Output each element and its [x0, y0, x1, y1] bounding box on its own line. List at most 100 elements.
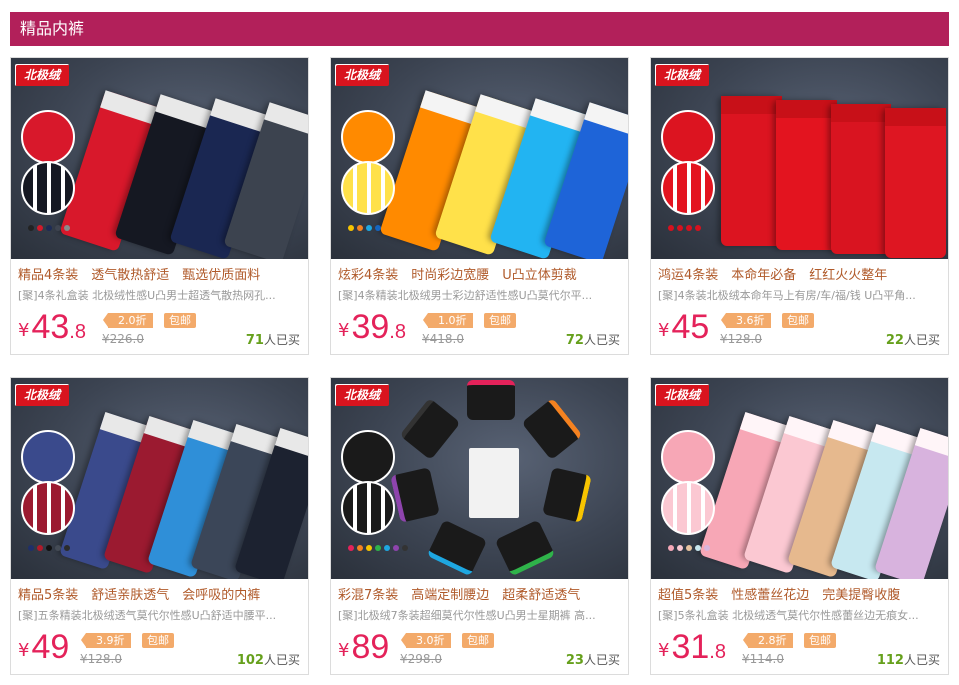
free-shipping-badge: 包邮 [164, 313, 196, 328]
product-title[interactable]: 超值5条装 性感蕾丝花边 完美提臀收腹 [658, 584, 943, 602]
product-title[interactable]: 鸿运4条装 本命年必备 红红火火整年 [658, 264, 943, 282]
waistband [584, 102, 628, 139]
product-card[interactable]: 北极绒 炫彩4条装 时尚彩边宽腰 U凸立体剪裁 [聚]4条精装北极绒男士彩边舒适… [330, 57, 629, 355]
currency-symbol: ¥ [658, 640, 670, 661]
sold-number: 23 [565, 653, 584, 668]
free-shipping-badge: 包邮 [142, 633, 174, 648]
product-description[interactable]: [聚]4条精装北极绒男士彩边舒适性感U凸莫代尔平... [338, 287, 623, 303]
product-title[interactable]: 精品5条装 舒适亲肤透气 会呼吸的内裤 [18, 584, 303, 602]
product-title[interactable]: 炫彩4条装 时尚彩边宽腰 U凸立体剪裁 [338, 264, 623, 282]
product-price: ¥89 [338, 628, 389, 668]
color-swatches [348, 225, 381, 231]
free-shipping-badge: 包邮 [782, 313, 814, 328]
discount-suffix: 折 [753, 314, 765, 327]
color-swatch-dot [695, 225, 701, 231]
brand-logo: 北极绒 [15, 384, 69, 406]
product-image[interactable]: 北极绒 [11, 378, 308, 579]
discount-badge: 2.8折 [743, 633, 793, 648]
product-image[interactable]: 北极绒 [331, 378, 628, 579]
color-swatch-dot [357, 225, 363, 231]
color-swatch-dot [686, 225, 692, 231]
sold-number: 72 [565, 333, 584, 348]
detail-thumbnail [341, 430, 395, 484]
price-integer: 45 [671, 308, 710, 346]
sold-suffix: 人已买 [263, 653, 300, 667]
currency-symbol: ¥ [338, 640, 350, 661]
product-card[interactable]: 北极绒 精品5条装 舒适亲肤透气 会呼吸的内裤 [聚]五条精装北极绒透气莫代尔性… [10, 377, 309, 675]
discount-suffix: 折 [433, 634, 445, 647]
price-decimal: .8 [69, 321, 86, 343]
color-swatch-dot [64, 225, 70, 231]
waistband [885, 108, 946, 126]
product-title[interactable]: 彩混7条装 高端定制腰边 超柔舒适透气 [338, 584, 623, 602]
color-swatch-dot [28, 225, 34, 231]
discount-suffix: 折 [135, 314, 147, 327]
free-shipping-badge: 包邮 [462, 633, 494, 648]
detail-thumbnail [661, 161, 715, 215]
product-image[interactable]: 北极绒 [651, 58, 948, 259]
sold-number: 102 [236, 653, 264, 668]
brand-logo: 北极绒 [655, 384, 709, 406]
color-swatch-dot [366, 545, 372, 551]
color-swatch-dot [348, 545, 354, 551]
discount-badge: 3.9折 [81, 633, 131, 648]
product-description[interactable]: [聚]5条礼盒装 北极绒透气莫代尔性感蕾丝边无痕女... [658, 607, 943, 623]
color-swatch-dot [64, 545, 70, 551]
brand-logo: 北极绒 [335, 384, 389, 406]
detail-thumbnail [341, 161, 395, 215]
product-image[interactable]: 北极绒 [651, 378, 948, 579]
color-swatches [668, 225, 701, 231]
color-swatch-dot [686, 545, 692, 551]
original-price: ¥128.0 [720, 332, 762, 346]
discount-badge: 1.0折 [423, 313, 473, 328]
product-image[interactable]: 北极绒 [11, 58, 308, 259]
product-title[interactable]: 精品4条装 透气散热舒适 甄选优质面料 [18, 264, 303, 282]
product-card[interactable]: 北极绒 鸿运4条装 本命年必备 红红火火整年 [聚]4条装北极绒本命年马上有房/… [650, 57, 949, 355]
price-integer: 89 [351, 628, 390, 666]
sold-number: 112 [876, 653, 904, 668]
waistband [721, 96, 782, 114]
detail-thumbnail [21, 161, 75, 215]
sold-count: 23人已买 [566, 651, 620, 668]
waistband [830, 104, 892, 122]
color-swatch-dot [393, 545, 399, 551]
product-image[interactable]: 北极绒 [331, 58, 628, 259]
waistband [275, 427, 308, 461]
section-title: 精品内裤 [20, 19, 85, 38]
product-description[interactable]: [聚]五条精装北极绒透气莫代尔性感U凸舒适中腰平... [18, 607, 303, 623]
detail-thumbnail [21, 430, 75, 484]
product-price: ¥45 [658, 308, 709, 348]
waistband [775, 100, 837, 118]
product-card[interactable]: 北极绒 彩混7条装 高端定制腰边 超柔舒适透气 [聚]北极绒7条装超细莫代尔性感… [330, 377, 629, 675]
product-grid: 北极绒 精品4条装 透气散热舒适 甄选优质面料 [聚]4条礼盒装 北极绒性感U凸… [10, 57, 949, 677]
product-description[interactable]: [聚]4条礼盒装 北极绒性感U凸男士超透气散热网孔... [18, 287, 303, 303]
sold-number: 71 [245, 333, 264, 348]
discount-badge: 3.6折 [721, 313, 771, 328]
discount-value: 3.6 [736, 314, 754, 327]
garment-shape [466, 379, 516, 421]
product-price: ¥49 [18, 628, 69, 668]
discount-badge: 3.0折 [401, 633, 451, 648]
product-card[interactable]: 北极绒 精品4条装 透气散热舒适 甄选优质面料 [聚]4条礼盒装 北极绒性感U凸… [10, 57, 309, 355]
original-price: ¥226.0 [102, 332, 144, 346]
product-description[interactable]: [聚]北极绒7条装超细莫代尔性感U凸男士星期裤 高... [338, 607, 623, 623]
garment-shape [885, 108, 946, 258]
brand-logo: 北极绒 [15, 64, 69, 86]
product-card[interactable]: 北极绒 超值5条装 性感蕾丝花边 完美提臀收腹 [聚]5条礼盒装 北极绒透气莫代… [650, 377, 949, 675]
color-swatch-dot [28, 545, 34, 551]
garment-shape [399, 398, 461, 461]
sold-suffix: 人已买 [903, 653, 940, 667]
original-price: ¥114.0 [742, 652, 784, 666]
garment-shape [830, 104, 892, 254]
sold-count: 22人已买 [886, 331, 940, 348]
sold-suffix: 人已买 [263, 333, 300, 347]
detail-thumbnail [341, 110, 395, 164]
sold-count: 112人已买 [877, 651, 940, 668]
garment-shape [521, 398, 583, 461]
product-description[interactable]: [聚]4条装北极绒本命年马上有房/车/福/钱 U凸平角... [658, 287, 943, 303]
free-shipping-badge: 包邮 [484, 313, 516, 328]
price-decimal: .8 [389, 321, 406, 343]
color-swatch-dot [695, 545, 701, 551]
garment-shape [721, 96, 782, 246]
color-swatch-dot [55, 545, 61, 551]
